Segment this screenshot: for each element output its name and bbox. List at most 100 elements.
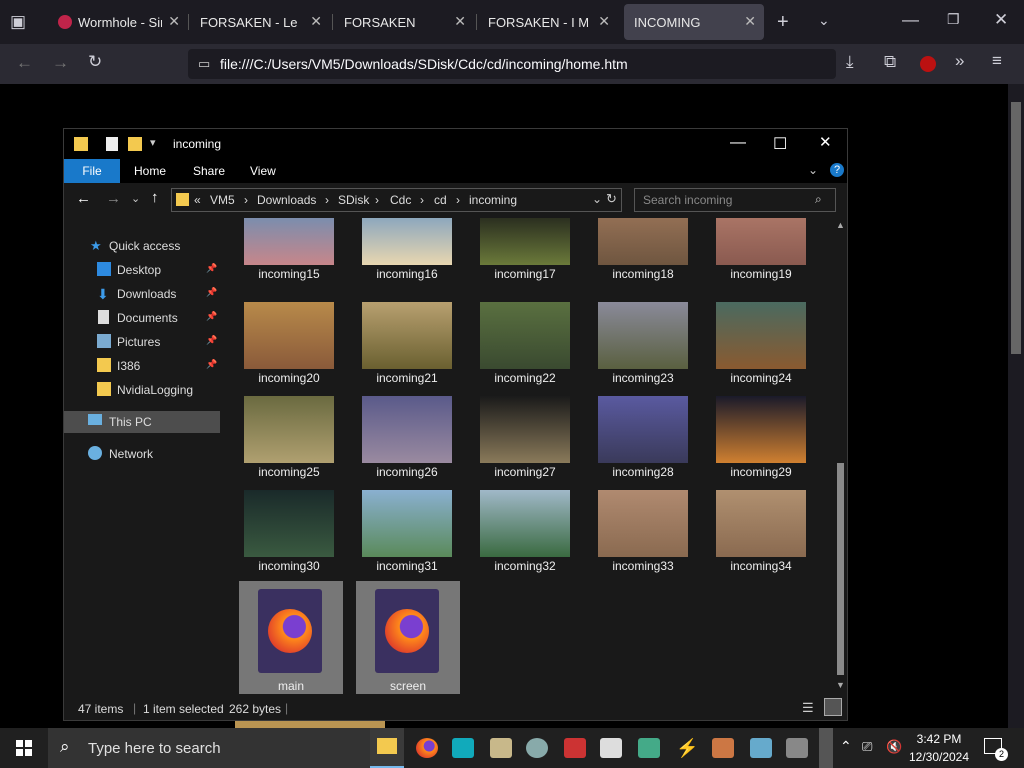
file-item[interactable]: incoming27 — [475, 396, 575, 490]
breadcrumb-sdisk[interactable]: SDisk — [338, 193, 369, 207]
tab-forsaken-i-mezzi[interactable]: FORSAKEN - I Mezzi ✕ — [478, 4, 618, 40]
clock-app-icon[interactable] — [564, 738, 586, 758]
breadcrumb-incoming[interactable]: incoming — [469, 193, 517, 207]
ublock-icon[interactable] — [920, 56, 936, 72]
nav-desktop[interactable]: Desktop 📌 — [64, 259, 220, 281]
scrollbar-thumb[interactable] — [837, 463, 844, 675]
tab-incoming[interactable]: INCOMING ✕ — [624, 4, 764, 40]
tab-forsaken[interactable]: FORSAKEN ✕ — [334, 4, 474, 40]
tab-wormhole[interactable]: Wormhole - Sim ✕ — [48, 4, 188, 40]
file-item[interactable]: incoming15 — [239, 218, 339, 302]
package-icon[interactable] — [490, 738, 512, 758]
search-input[interactable]: Search incoming ⌕ — [634, 188, 836, 212]
tab-share[interactable]: Share — [193, 164, 225, 178]
file-item[interactable]: incoming16 — [357, 218, 457, 302]
tab-overview-icon[interactable]: ▣ — [10, 12, 26, 32]
close-icon[interactable]: ✕ — [744, 13, 756, 30]
file-item[interactable]: incoming17 — [475, 218, 575, 302]
maximize-icon[interactable]: ☐ — [773, 134, 787, 154]
recent-locations-icon[interactable]: ⌄ — [131, 192, 140, 205]
customize-toolbar-icon[interactable]: ▾ — [150, 136, 156, 149]
tab-view[interactable]: View — [250, 164, 276, 178]
help-icon[interactable]: ? — [830, 163, 844, 177]
taskbar-overflow[interactable] — [819, 728, 833, 768]
menu-icon[interactable]: ≡ — [992, 51, 1002, 71]
tab-forsaken-le-arm[interactable]: FORSAKEN - Le Arm ✕ — [190, 4, 330, 40]
forward-icon[interactable]: → — [106, 190, 121, 207]
nav-quick-access[interactable]: ★ Quick access — [64, 235, 220, 257]
close-icon[interactable]: ✕ — [168, 13, 180, 30]
file-item[interactable]: incoming21 — [357, 302, 457, 396]
window-app-icon[interactable] — [600, 738, 622, 758]
file-item[interactable]: incoming20 — [239, 302, 339, 396]
file-explorer-taskbar-icon[interactable] — [370, 728, 404, 768]
back-icon[interactable]: ← — [76, 190, 91, 207]
close-window-icon[interactable]: ✕ — [819, 133, 832, 151]
tools-icon[interactable] — [712, 738, 734, 758]
url-text[interactable]: file:///C:/Users/VM5/Downloads/SDisk/Cdc… — [220, 56, 628, 72]
nav-network[interactable]: Network — [64, 443, 220, 465]
taskbar-search[interactable]: ⌕ Type here to search — [48, 728, 370, 768]
nav-pictures[interactable]: Pictures 📌 — [64, 331, 220, 353]
minimize-icon[interactable]: — — [730, 134, 746, 152]
network-tray-icon[interactable]: ⎚ — [862, 739, 872, 755]
volume-muted-icon[interactable]: 🔇 — [886, 739, 902, 755]
breadcrumb-downloads[interactable]: Downloads — [257, 193, 316, 207]
file-item[interactable]: incoming28 — [593, 396, 693, 490]
back-icon[interactable]: ← — [16, 53, 33, 73]
page-scrollbar[interactable] — [1008, 84, 1024, 728]
file-item[interactable]: incoming22 — [475, 302, 575, 396]
new-tab-icon[interactable]: + — [777, 11, 789, 34]
cpu-app-icon[interactable] — [786, 738, 808, 758]
nav-this-pc[interactable]: This PC — [64, 411, 220, 433]
file-item[interactable]: incoming26 — [357, 396, 457, 490]
file-item[interactable]: incoming32 — [475, 490, 575, 584]
more-tools-icon[interactable]: » — [955, 51, 964, 71]
breadcrumb-overflow[interactable]: « — [194, 193, 201, 207]
file-main[interactable]: main — [239, 581, 343, 694]
close-window-icon[interactable]: ✕ — [994, 10, 1008, 30]
close-icon[interactable]: ✕ — [454, 13, 466, 30]
clock-date[interactable]: 12/30/2024 — [908, 750, 970, 764]
file-item[interactable]: incoming34 — [711, 490, 811, 584]
list-tabs-icon[interactable]: ⌄ — [818, 12, 830, 29]
nav-downloads[interactable]: ⬇ Downloads 📌 — [64, 283, 220, 305]
file-list-scrollbar[interactable]: ▲ ▼ — [834, 218, 847, 694]
file-item[interactable]: incoming18 — [593, 218, 693, 302]
scroll-up-icon[interactable]: ▲ — [836, 220, 845, 230]
file-item[interactable]: incoming33 — [593, 490, 693, 584]
tab-file[interactable]: File — [64, 159, 120, 183]
details-view-icon[interactable]: ☰ — [802, 700, 814, 716]
show-hidden-icons-icon[interactable]: ⌃ — [840, 738, 852, 755]
clock-time[interactable]: 3:42 PM — [908, 732, 970, 746]
reload-icon[interactable]: ↻ — [88, 52, 102, 72]
close-icon[interactable]: ✕ — [598, 13, 610, 30]
lightning-icon[interactable]: ⚡ — [676, 738, 698, 758]
breadcrumb-cdc[interactable]: Cdc — [390, 193, 411, 207]
nav-nvidialogging[interactable]: NvidiaLogging — [64, 379, 220, 401]
large-icons-view-icon[interactable] — [824, 698, 842, 716]
file-item[interactable]: incoming24 — [711, 302, 811, 396]
properties-icon[interactable] — [106, 137, 118, 151]
restore-icon[interactable]: ❐ — [947, 11, 960, 28]
downloads-icon[interactable]: ⤓ — [846, 52, 854, 72]
minimize-icon[interactable]: — — [902, 10, 919, 30]
file-screen[interactable]: screen — [356, 581, 460, 694]
address-dropdown-icon[interactable]: ⌄ — [592, 192, 602, 206]
file-item[interactable]: incoming19 — [711, 218, 811, 302]
nav-i386[interactable]: I386 📌 — [64, 355, 220, 377]
file-item[interactable]: incoming30 — [239, 490, 339, 584]
windows-start-icon[interactable] — [16, 740, 32, 756]
nav-documents[interactable]: Documents 📌 — [64, 307, 220, 329]
file-item[interactable]: incoming29 — [711, 396, 811, 490]
monitor-app-icon[interactable] — [638, 738, 660, 758]
url-bar[interactable]: ▭ file:///C:/Users/VM5/Downloads/SDisk/C… — [188, 49, 836, 79]
scroll-down-icon[interactable]: ▼ — [836, 680, 845, 690]
ribbon-collapse-icon[interactable]: ⌄ — [808, 163, 818, 177]
breadcrumb-vm5[interactable]: VM5 — [210, 193, 235, 207]
notepad-icon[interactable] — [750, 738, 772, 758]
file-item[interactable]: incoming25 — [239, 396, 339, 490]
calculator-icon[interactable] — [452, 738, 474, 758]
new-folder-icon[interactable] — [128, 137, 142, 151]
file-item[interactable]: incoming23 — [593, 302, 693, 396]
